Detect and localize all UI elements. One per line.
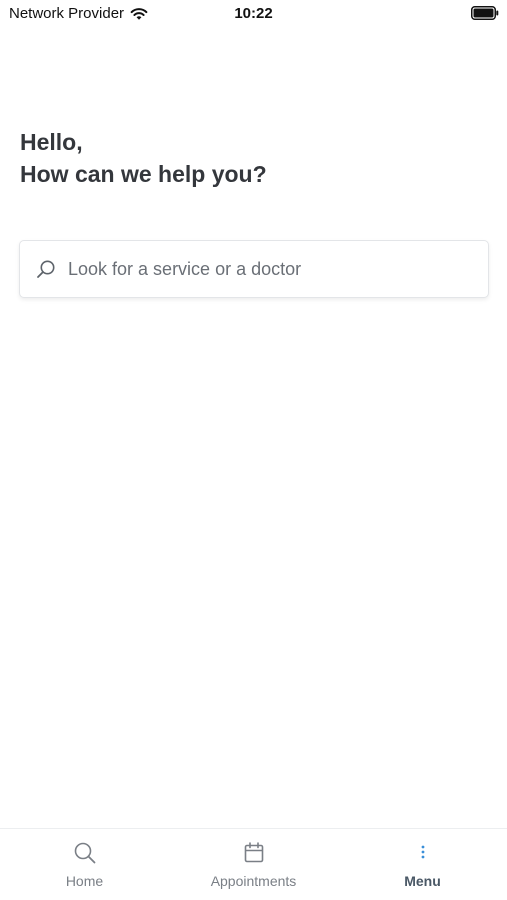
search-icon <box>36 259 56 279</box>
more-vertical-icon <box>411 841 435 865</box>
greeting-heading: Hello, How can we help you? <box>20 126 267 190</box>
app-screen: Network Provider 10:22 Hello, How can we… <box>0 0 507 900</box>
greeting-line-hello: Hello, <box>20 129 83 155</box>
greeting-line-help: How can we help you? <box>20 161 267 187</box>
bottom-tab-bar: Home Appointments Menu <box>0 828 507 900</box>
status-time: 10:22 <box>234 5 273 22</box>
tab-menu[interactable]: Menu <box>338 829 507 900</box>
search-icon <box>73 841 97 865</box>
battery-icon <box>471 6 499 20</box>
search-box[interactable] <box>19 240 489 298</box>
calendar-icon <box>242 841 266 865</box>
tab-appointments-label: Appointments <box>210 873 297 889</box>
tab-appointments[interactable]: Appointments <box>169 829 338 900</box>
search-input[interactable] <box>68 241 488 297</box>
tab-home[interactable]: Home <box>0 829 169 900</box>
status-bar: Network Provider 10:22 <box>0 0 507 28</box>
tab-menu-label: Menu <box>404 873 441 889</box>
tab-home-label: Home <box>65 873 104 889</box>
